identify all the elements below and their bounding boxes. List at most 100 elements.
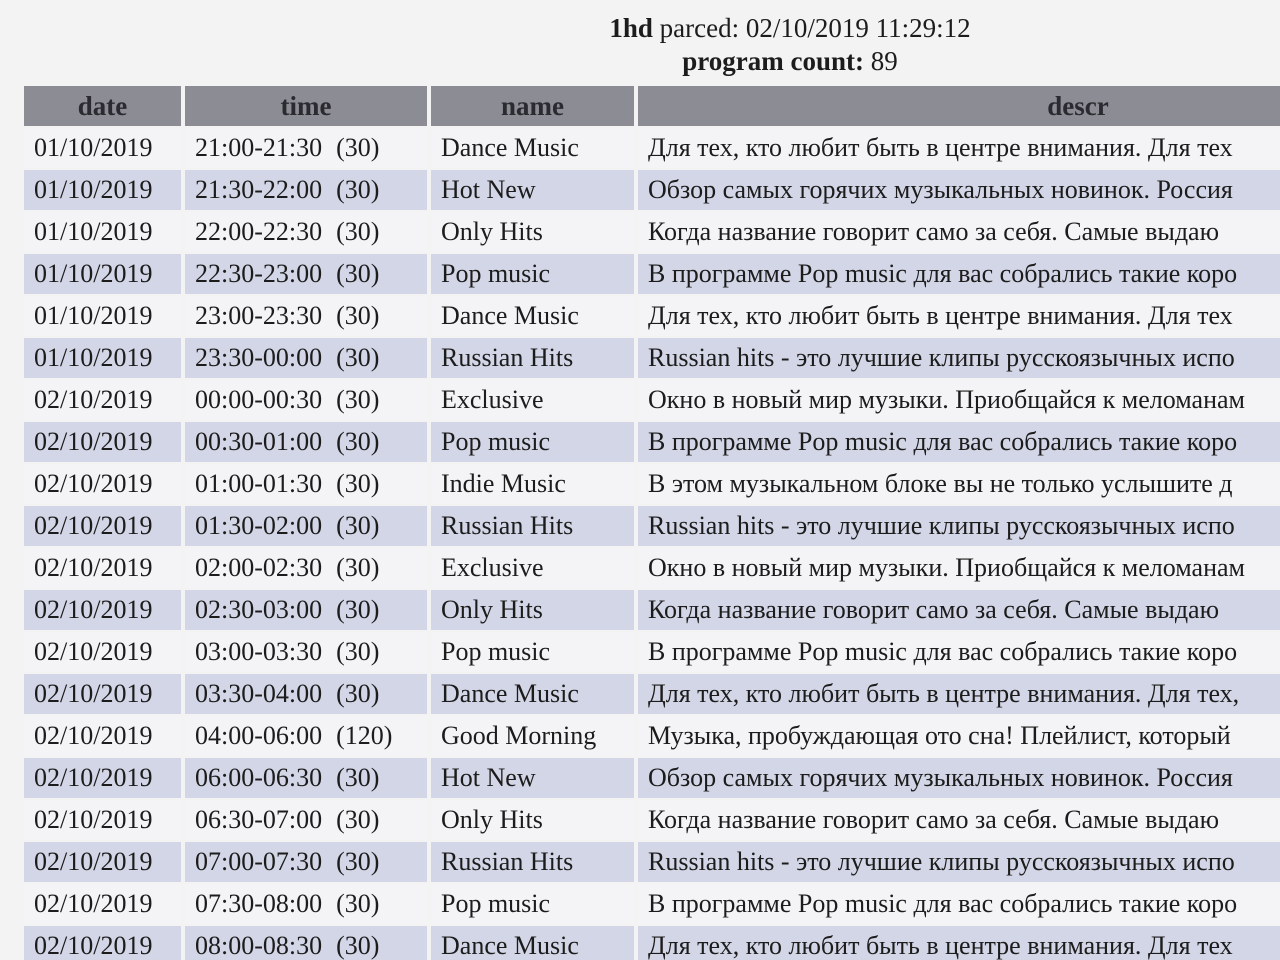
duration: (30) [336,847,380,876]
cell-descr: Russian hits - это лучшие клипы русскояз… [638,842,1280,882]
table-body: 01/10/2019 21:00-21:30 (30) Dance Music Для … [24,128,1280,960]
duration: (30) [336,469,380,498]
table-row: 02/10/2019 01:30-02:00 (30) Russian Hits Rus… [24,506,1280,546]
time-range: 21:30-22:00 [195,175,323,204]
cell-time: 03:30-04:00 (30) [185,674,427,714]
table-row: 02/10/2019 00:30-01:00 (30) Pop music В прог… [24,422,1280,462]
cell-name: Only Hits [431,590,634,630]
cell-date: 02/10/2019 [24,548,181,588]
cell-descr: Когда название говорит само за себя. Сам… [638,212,1280,252]
cell-time: 21:00-21:30 (30) [185,128,427,168]
time-range: 07:00-07:30 [195,847,323,876]
duration: (30) [336,133,380,162]
cell-descr: Когда название говорит само за себя. Сам… [638,800,1280,840]
cell-time: 02:30-03:00 (30) [185,590,427,630]
table-row: 02/10/2019 00:00-00:30 (30) Exclusive Окно в… [24,380,1280,420]
table-row: 01/10/2019 23:00-23:30 (30) Dance Music Для … [24,296,1280,336]
cell-time: 02:00-02:30 (30) [185,548,427,588]
cell-date: 02/10/2019 [24,422,181,462]
cell-descr: Russian hits - это лучшие клипы русскояз… [638,338,1280,378]
time-range: 03:30-04:00 [195,679,323,708]
cell-date: 01/10/2019 [24,296,181,336]
table-row: 02/10/2019 02:30-03:00 (30) Only Hits Когда … [24,590,1280,630]
table-row: 01/10/2019 22:00-22:30 (30) Only Hits Когда … [24,212,1280,252]
parsed-label: 1hd [609,13,653,43]
cell-name: Hot New [431,758,634,798]
cell-date: 01/10/2019 [24,212,181,252]
program-count-label: program count: [682,46,864,76]
cell-descr: Обзор самых горячих музыкальных новинок.… [638,758,1280,798]
time-range: 21:00-21:30 [195,133,323,162]
time-range: 01:30-02:00 [195,511,323,540]
cell-name: Dance Music [431,128,634,168]
cell-date: 02/10/2019 [24,674,181,714]
cell-time: 23:30-00:00 (30) [185,338,427,378]
parsed-word: parced: [659,13,740,43]
cell-name: Dance Music [431,926,634,960]
table-row: 01/10/2019 23:30-00:00 (30) Russian Hits Rus… [24,338,1280,378]
cell-time: 00:30-01:00 (30) [185,422,427,462]
cell-time: 04:00-06:00 (120) [185,716,427,756]
duration: (30) [336,343,380,372]
cell-descr: В программе Pop music для вас собрались … [638,254,1280,294]
duration: (30) [336,931,380,960]
duration: (30) [336,259,380,288]
schedule-table: date time name descr 01/10/2019 21:00-21:… [24,84,1280,960]
duration: (30) [336,637,380,666]
cell-time: 22:30-23:00 (30) [185,254,427,294]
cell-name: Russian Hits [431,506,634,546]
time-range: 00:30-01:00 [195,427,323,456]
time-range: 22:00-22:30 [195,217,323,246]
duration: (30) [336,763,380,792]
page-header: 1hd parced: 02/10/2019 11:29:12 program … [0,12,1280,78]
duration: (30) [336,889,380,918]
time-range: 00:00-00:30 [195,385,323,414]
table-row: 02/10/2019 06:30-07:00 (30) Only Hits Когда … [24,800,1280,840]
cell-date: 02/10/2019 [24,464,181,504]
table-row: 01/10/2019 21:30-22:00 (30) Hot New Обзор са… [24,170,1280,210]
time-range: 23:30-00:00 [195,343,323,372]
cell-descr: Музыка, пробуждающая ото сна! Плейлист, … [638,716,1280,756]
cell-name: Dance Music [431,296,634,336]
column-header-time: time [185,86,427,126]
cell-descr: Для тех, кто любит быть в центре внимани… [638,926,1280,960]
table-row: 02/10/2019 03:30-04:00 (30) Dance Music Для … [24,674,1280,714]
duration: (30) [336,553,380,582]
table-row: 02/10/2019 01:00-01:30 (30) Indie Music В эт… [24,464,1280,504]
duration: (30) [336,595,380,624]
cell-time: 07:30-08:00 (30) [185,884,427,924]
duration: (30) [336,175,380,204]
cell-descr: Для тех, кто любит быть в центре внимани… [638,296,1280,336]
cell-descr: Окно в новый мир музыки. Приобщайся к ме… [638,380,1280,420]
cell-time: 22:00-22:30 (30) [185,212,427,252]
column-header-name: name [431,86,634,126]
cell-time: 08:00-08:30 (30) [185,926,427,960]
duration: (30) [336,301,380,330]
time-range: 01:00-01:30 [195,469,323,498]
cell-time: 06:00-06:30 (30) [185,758,427,798]
cell-date: 02/10/2019 [24,758,181,798]
cell-name: Pop music [431,254,634,294]
duration: (120) [336,721,393,750]
cell-date: 01/10/2019 [24,338,181,378]
cell-date: 02/10/2019 [24,716,181,756]
cell-name: Indie Music [431,464,634,504]
cell-date: 02/10/2019 [24,590,181,630]
cell-date: 02/10/2019 [24,926,181,960]
cell-date: 01/10/2019 [24,254,181,294]
cell-descr: В программе Pop music для вас собрались … [638,632,1280,672]
duration: (30) [336,385,380,414]
cell-time: 01:30-02:00 (30) [185,506,427,546]
cell-descr: В программе Pop music для вас собрались … [638,422,1280,462]
cell-name: Russian Hits [431,338,634,378]
column-header-descr: descr [638,86,1280,126]
parsed-timestamp: 02/10/2019 11:29:12 [745,13,971,43]
cell-name: Pop music [431,884,634,924]
cell-name: Hot New [431,170,634,210]
table-row: 01/10/2019 22:30-23:00 (30) Pop music В прог… [24,254,1280,294]
cell-name: Russian Hits [431,842,634,882]
time-range: 06:00-06:30 [195,763,323,792]
schedule-table-container: date time name descr 01/10/2019 21:00-21:… [24,84,1280,960]
cell-time: 23:00-23:30 (30) [185,296,427,336]
duration: (30) [336,805,380,834]
